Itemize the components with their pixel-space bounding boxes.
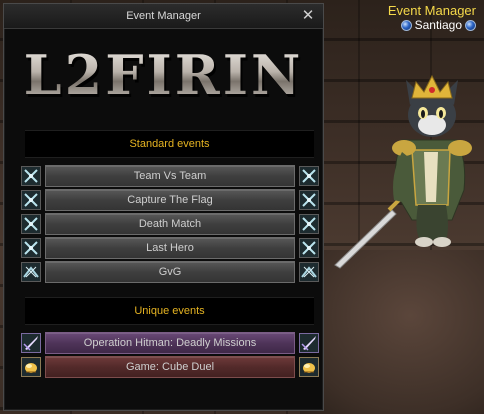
event-row-cube-duel: Game: Cube Duel <box>21 356 319 378</box>
window-title: Event Manager <box>126 10 201 22</box>
dagger-strike-icon <box>21 333 41 353</box>
team-vs-team-button[interactable]: Team Vs Team <box>45 165 295 187</box>
capture-the-flag-button[interactable]: Capture The Flag <box>45 189 295 211</box>
crossed-swords-icon <box>299 190 319 210</box>
npc-status-orb-icon <box>465 20 476 31</box>
npc-name-row: Santiago <box>388 18 476 33</box>
crossed-swords-icon <box>299 214 319 234</box>
crossed-swords-icon <box>21 166 41 186</box>
gvg-button[interactable]: GvG <box>45 261 295 283</box>
npc-title: Event Manager <box>387 3 476 18</box>
npc-cat-knight[interactable] <box>332 70 482 270</box>
event-row-operation-hitman: Operation Hitman: Deadly Missions <box>21 332 319 354</box>
cube-duel-button[interactable]: Game: Cube Duel <box>45 356 295 378</box>
server-logo: L2FIRIN L2FIRIN <box>4 34 323 116</box>
crossed-swords-icon <box>21 238 41 258</box>
crossed-swords-icon <box>21 214 41 234</box>
npc-nameplate: Event Manager Santiago <box>388 3 476 33</box>
crossed-swords-icon <box>299 166 319 186</box>
unique-events-header: Unique events <box>25 297 314 325</box>
dagger-strike-icon <box>299 333 319 353</box>
npc-clan-orb-icon <box>400 20 412 31</box>
gold-cube-icon <box>299 357 319 377</box>
event-row-capture-the-flag: Capture The Flag <box>21 189 319 211</box>
floor-area <box>300 250 484 414</box>
window-titlebar[interactable]: Event Manager ✕ <box>4 4 323 29</box>
event-row-team-vs-team: Team Vs Team <box>21 165 319 187</box>
crossed-swords-icon <box>299 238 319 258</box>
clan-war-icon <box>299 262 319 282</box>
crossed-swords-icon <box>21 190 41 210</box>
operation-hitman-button[interactable]: Operation Hitman: Deadly Missions <box>45 332 295 354</box>
event-row-last-hero: Last Hero <box>21 237 319 259</box>
close-button[interactable]: ✕ <box>300 7 316 23</box>
event-manager-window: Event Manager ✕ L2FIRIN L2FIRIN Standard… <box>3 3 324 411</box>
standard-events-header: Standard events <box>25 130 314 158</box>
event-row-gvg: GvG <box>21 261 319 283</box>
last-hero-button[interactable]: Last Hero <box>45 237 295 259</box>
event-row-death-match: Death Match <box>21 213 319 235</box>
death-match-button[interactable]: Death Match <box>45 213 295 235</box>
logo-text: L2FIRIN <box>23 43 304 107</box>
clan-war-icon <box>21 262 41 282</box>
npc-name: Santiago <box>414 18 462 32</box>
gold-cube-icon <box>21 357 41 377</box>
